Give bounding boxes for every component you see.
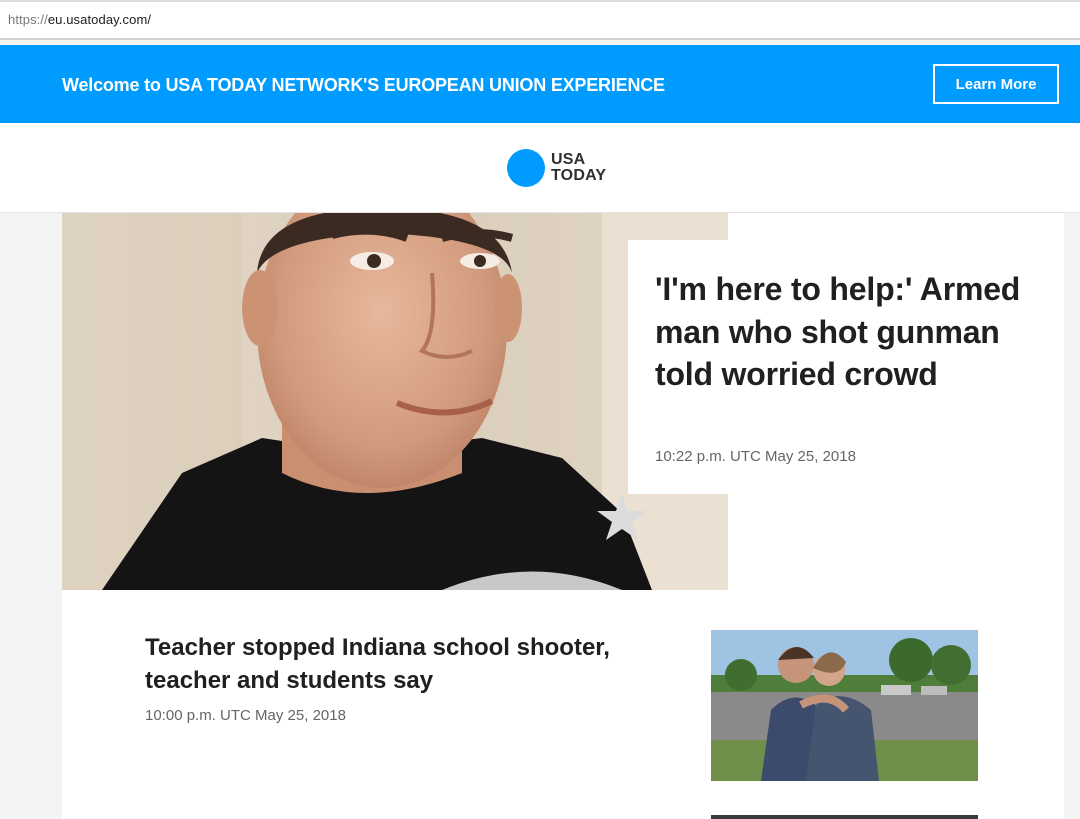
hero-headline-card: 'I'm here to help:' Armed man who shot g…: [628, 240, 1064, 494]
banner-text: Welcome to USA TODAY NETWORK'S EUROPEAN …: [62, 75, 665, 95]
story-image[interactable]: [711, 630, 978, 781]
learn-more-button[interactable]: Learn More: [933, 64, 1059, 104]
address-bar[interactable]: https://eu.usatoday.com/: [0, 0, 1080, 40]
story-photo-hug: [711, 630, 978, 781]
main-content: 'I'm here to help:' Armed man who shot g…: [62, 213, 1064, 819]
logo-wordmark: USA TODAY: [551, 152, 606, 184]
story-timestamp: 10:00 p.m. UTC May 25, 2018: [145, 707, 346, 724]
usa-today-logo[interactable]: USA TODAY: [507, 148, 606, 188]
logo-line-today: TODAY: [551, 167, 607, 184]
hero-headline[interactable]: 'I'm here to help:' Armed man who shot g…: [655, 268, 1045, 396]
logo-line-usa: USA: [551, 151, 586, 168]
next-story-image-edge[interactable]: [711, 815, 978, 819]
url-host: eu.usatoday.com/: [47, 12, 152, 27]
site-header: USA TODAY: [0, 123, 1080, 213]
hero-timestamp: 10:22 p.m. UTC May 25, 2018: [655, 448, 856, 465]
url-scheme: https://: [8, 12, 48, 27]
logo-dot-icon: [507, 149, 545, 187]
story-headline[interactable]: Teacher stopped Indiana school shooter, …: [145, 631, 685, 697]
url-text[interactable]: https://eu.usatoday.com/: [8, 12, 151, 27]
eu-welcome-banner: Welcome to USA TODAY NETWORK'S EUROPEAN …: [0, 45, 1080, 123]
